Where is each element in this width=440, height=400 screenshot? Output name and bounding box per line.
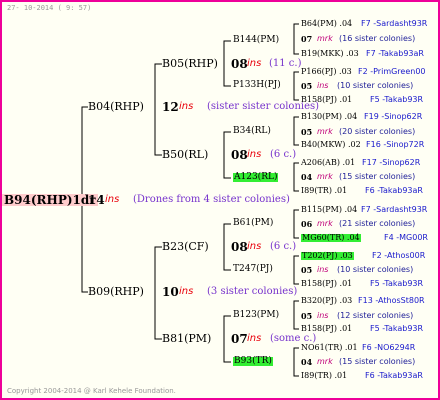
mark-tag: mrk xyxy=(317,219,333,228)
ins-tag: ins xyxy=(317,311,329,320)
sister-count: 05 xyxy=(301,311,313,321)
ggp-b123[interactable]: B123(PM) xyxy=(233,311,279,320)
sister-count: 07 xyxy=(301,34,313,44)
sister-count: 06 xyxy=(301,219,313,229)
ancestor-line: F5 -Takab93R xyxy=(370,279,424,288)
ancestor-line: F16 -Sinop72R xyxy=(366,140,425,149)
ancestor-dam[interactable]: B19(MKK) .03 xyxy=(301,50,359,58)
ggp-b93[interactable]: B93(TR) xyxy=(233,357,273,366)
ggp-b61[interactable]: B61(PM) xyxy=(233,219,273,228)
root-ins-tag: ins xyxy=(105,194,120,205)
ancestor-line: F7 -Takab93aR xyxy=(366,49,424,58)
grandparent-b23-ins-tag: ins xyxy=(247,241,262,252)
ancestor-line: F5 -Takab93R xyxy=(370,324,424,333)
ancestor-line: F13 -AthosSt80R xyxy=(358,296,425,305)
grandparent-b23[interactable]: B23(CF) xyxy=(162,241,209,252)
ancestor-sire[interactable]: B64(PM) .04 xyxy=(301,20,352,28)
mark-tag: mrk xyxy=(317,127,333,136)
grandparent-b23-note: (6 c.) xyxy=(270,241,297,252)
ancestor-line: F7 -Sardasht93R xyxy=(361,19,428,28)
grandparent-b05[interactable]: B05(RHP) xyxy=(162,58,218,69)
ancestor-line: F4 -MG00R xyxy=(384,233,428,242)
grandparent-b81-count: 07 xyxy=(231,332,248,346)
grandparent-b81[interactable]: B81(PM) xyxy=(162,333,211,344)
mark-tag: mrk xyxy=(317,172,333,181)
grandparent-b05-ins-tag: ins xyxy=(247,58,262,69)
ancestor-line: F2 -PrimGreen00 xyxy=(358,67,426,76)
ancestor-line: F6 -Takab93aR xyxy=(365,371,423,380)
ggp-a123[interactable]: A123(RL) xyxy=(233,173,279,182)
ancestor-line: F2 -Athos00R xyxy=(372,251,426,260)
root-queen[interactable]: B94(RHP)1dr xyxy=(2,194,98,206)
ancestor-sire[interactable]: A206(AB) .01 xyxy=(301,159,355,167)
copyright-footer: Copyright 2004-2014 @ Karl Kehele Founda… xyxy=(7,387,176,395)
sister-note: (10 sister colonies) xyxy=(337,265,414,274)
ancestor-dam[interactable]: B158(PJ) .01 xyxy=(301,325,352,333)
ancestor-line: F19 -Sinop62R xyxy=(364,112,423,121)
ancestor-line: F17 -Sinop62R xyxy=(362,158,421,167)
ancestor-sire[interactable]: B320(PJ) .03 xyxy=(301,297,352,305)
grandparent-b50-note: (6 c.) xyxy=(270,149,297,160)
sister-note: (15 sister colonies) xyxy=(339,172,416,181)
ancestor-dam[interactable]: I89(TR) .01 xyxy=(301,372,347,380)
parent-b09-note: (3 sister colonies) xyxy=(207,286,298,297)
sister-count: 05 xyxy=(301,127,313,137)
sister-note: (20 sister colonies) xyxy=(339,127,416,136)
sister-note: (15 sister colonies) xyxy=(339,357,416,366)
root-count: 14 xyxy=(88,193,105,207)
grandparent-b05-count: 08 xyxy=(231,57,248,71)
ancestor-sire[interactable]: P166(PJ) .03 xyxy=(301,68,352,76)
mark-tag: mrk xyxy=(317,34,333,43)
ancestor-line: F5 -Takab93R xyxy=(370,95,424,104)
grandparent-b50-count: 08 xyxy=(231,148,248,162)
pedigree-frame: 27- 10-2014 ( 9: 57) B94(RHP)1dr 14 ins … xyxy=(0,0,440,400)
parent-b04-ins-tag: ins xyxy=(179,101,194,112)
sister-count: 04 xyxy=(301,357,313,367)
sister-count: 05 xyxy=(301,81,313,91)
sister-count: 04 xyxy=(301,172,313,182)
ancestor-dam[interactable]: B40(MKW) .02 xyxy=(301,141,361,149)
grandparent-b50-ins-tag: ins xyxy=(247,149,262,160)
ggp-b144[interactable]: B144(PM) xyxy=(233,36,279,45)
parent-b04-count: 12 xyxy=(162,100,179,114)
sister-count: 05 xyxy=(301,265,313,275)
ancestor-dam[interactable]: MG60(TR) .04 xyxy=(301,234,361,242)
ancestor-line: F7 -Sardasht93R xyxy=(361,205,428,214)
ins-tag: ins xyxy=(317,81,329,90)
sister-note: (10 sister colonies) xyxy=(337,81,414,90)
grandparent-b05-note: (11 c.) xyxy=(269,58,302,69)
ancestor-dam[interactable]: B158(PJ) .01 xyxy=(301,96,352,104)
ancestor-line: F6 -NO6294R xyxy=(362,343,416,352)
timestamp: 27- 10-2014 ( 9: 57) xyxy=(7,4,92,12)
parent-b09-ins-tag: ins xyxy=(179,286,194,297)
ins-tag: ins xyxy=(317,265,329,274)
mark-tag: mrk xyxy=(317,357,333,366)
ancestor-sire[interactable]: NO61(TR) .01 xyxy=(301,344,358,352)
root-note: (Drones from 4 sister colonies) xyxy=(133,194,290,205)
ggp-p133[interactable]: P133H(PJ) xyxy=(233,81,281,90)
ggp-b34[interactable]: B34(RL) xyxy=(233,127,271,136)
ancestor-sire[interactable]: T202(PJ) .03 xyxy=(301,252,354,260)
ancestor-dam[interactable]: B158(PJ) .01 xyxy=(301,280,352,288)
parent-b09[interactable]: B09(RHP) xyxy=(88,286,144,297)
ancestor-sire[interactable]: B115(PM) .04 xyxy=(301,206,357,214)
sister-note: (21 sister colonies) xyxy=(339,219,416,228)
parent-b09-count: 10 xyxy=(162,285,179,299)
ancestor-line: F6 -Takab93aR xyxy=(365,186,423,195)
sister-note: (12 sister colonies) xyxy=(337,311,414,320)
ancestor-dam[interactable]: I89(TR) .01 xyxy=(301,187,347,195)
sister-note: (16 sister colonies) xyxy=(339,34,416,43)
parent-b04[interactable]: B04(RHP) xyxy=(88,101,144,112)
grandparent-b23-count: 08 xyxy=(231,240,248,254)
ancestor-sire[interactable]: B130(PM) .04 xyxy=(301,113,357,121)
ggp-t247[interactable]: T247(PJ) xyxy=(233,265,273,274)
grandparent-b50[interactable]: B50(RL) xyxy=(162,149,208,160)
grandparent-b81-ins-tag: ins xyxy=(247,333,262,344)
